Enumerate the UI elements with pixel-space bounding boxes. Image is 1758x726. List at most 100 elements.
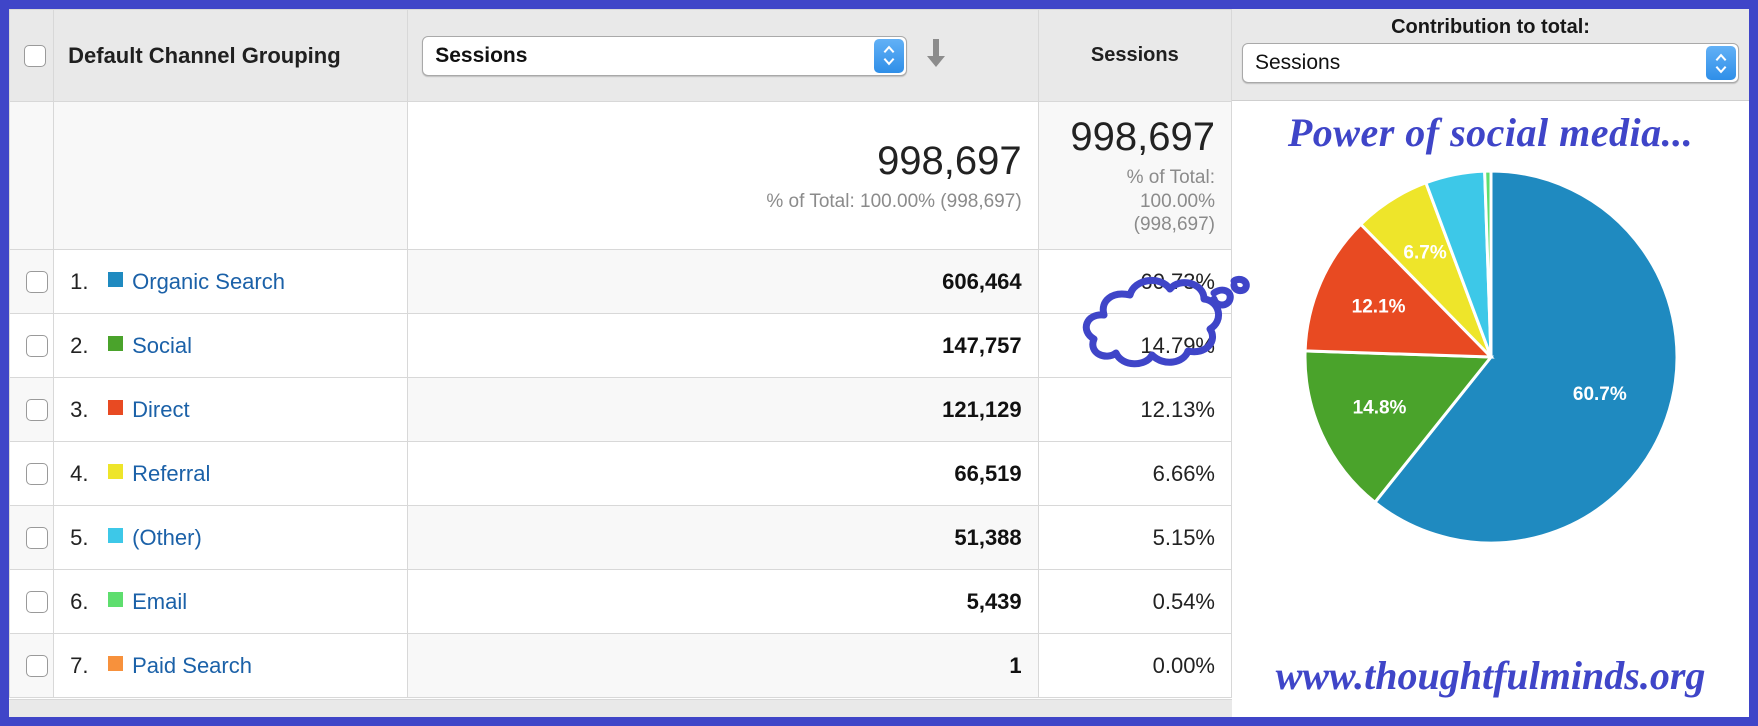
totals-checkbox-cell	[9, 101, 55, 250]
pie-panel-header: Contribution to total: Sessions	[1232, 9, 1749, 101]
ga-table: Default Channel Grouping Sessions Sessio…	[9, 9, 1233, 698]
totals-dimension-cell	[53, 101, 409, 250]
row-channel-link[interactable]: Paid Search	[132, 653, 252, 678]
stepper-up-down-icon[interactable]	[1706, 46, 1736, 80]
row-checkbox-cell[interactable]	[9, 249, 55, 314]
row-checkbox-cell[interactable]	[9, 441, 55, 506]
row-sessions-value: 5,439	[407, 569, 1039, 634]
metric-select-value: Sessions	[435, 43, 528, 67]
row-checkbox[interactable]	[26, 398, 48, 421]
row-color-swatch	[108, 399, 124, 415]
row-color-swatch	[108, 335, 124, 351]
pie-chart-svg[interactable]: 60.7% 14.8% 12.1% 6.7%	[1301, 167, 1681, 547]
row-percent-value: 6.66%	[1037, 441, 1233, 506]
row-sessions-value: 1	[407, 633, 1039, 698]
totals-section: 998,697 % of Total: 100.00% (998,697) 99…	[9, 101, 1233, 250]
row-checkbox-cell[interactable]	[9, 377, 55, 442]
pie-annotation-title: Power of social media...	[1287, 110, 1694, 155]
row-dimension-cell: 6. Email	[53, 569, 409, 634]
table-row[interactable]: 5. (Other) 51,388 5.15%	[9, 505, 1233, 570]
row-sessions-value: 606,464	[407, 249, 1039, 314]
pie-chart[interactable]: 60.7% 14.8% 12.1% 6.7%	[1301, 167, 1681, 547]
totals-metric-value: 998,697	[877, 138, 1022, 183]
row-dimension-cell: 1. Organic Search	[53, 249, 409, 314]
select-all-cell[interactable]	[9, 9, 55, 102]
row-percent-value: 0.54%	[1037, 569, 1233, 634]
row-channel-link[interactable]: Organic Search	[132, 269, 285, 294]
totals-row: 998,697 % of Total: 100.00% (998,697) 99…	[9, 101, 1233, 250]
row-dimension-cell: 5. (Other)	[53, 505, 409, 570]
percent-header[interactable]: Sessions	[1037, 9, 1233, 102]
row-rank: 2.	[70, 332, 89, 358]
row-checkbox-cell[interactable]	[9, 505, 55, 570]
row-channel-link[interactable]: (Other)	[132, 525, 202, 550]
select-all-checkbox[interactable]	[24, 44, 46, 67]
contribution-select-value: Sessions	[1255, 51, 1341, 74]
table-row[interactable]: 2. Social 147,757 14.79%	[9, 313, 1233, 378]
row-color-swatch	[108, 463, 124, 479]
row-dimension-cell: 2. Social	[53, 313, 409, 378]
row-checkbox-cell[interactable]	[9, 313, 55, 378]
row-channel-link[interactable]: Email	[132, 589, 187, 614]
table-row[interactable]: 4. Referral 66,519 6.66%	[9, 441, 1233, 506]
pie-slice-label: 14.8%	[1352, 397, 1406, 418]
pie-chart-panel: Contribution to total: Sessions Power of…	[1232, 9, 1749, 717]
row-channel-link[interactable]: Social	[132, 333, 192, 358]
row-percent-value: 12.13%	[1037, 377, 1233, 442]
row-sessions-value: 147,757	[407, 313, 1039, 378]
row-channel-link[interactable]: Direct	[132, 397, 189, 422]
totals-percent-sub2: 100.00%	[1139, 190, 1215, 212]
watermark-url: www.thoughtfulminds.org	[1275, 653, 1706, 698]
contribution-select[interactable]: Sessions	[1242, 43, 1739, 83]
row-percent-value: 14.79%	[1037, 313, 1233, 378]
row-percent-value: 5.15%	[1037, 505, 1233, 570]
row-checkbox-cell[interactable]	[9, 569, 55, 634]
channels-report-table: Default Channel Grouping Sessions Sessio…	[9, 9, 1233, 717]
table-row[interactable]: 6. Email 5,439 0.54%	[9, 569, 1233, 634]
row-dimension-cell: 3. Direct	[53, 377, 409, 442]
row-percent-value: 60.73%	[1037, 249, 1233, 314]
row-sessions-value: 51,388	[407, 505, 1039, 570]
stepper-up-down-icon[interactable]	[874, 38, 905, 73]
row-color-swatch	[108, 527, 124, 543]
row-checkbox[interactable]	[26, 526, 48, 549]
row-rank: 4.	[70, 460, 89, 486]
row-rank: 3.	[70, 396, 89, 422]
row-rank: 1.	[70, 268, 89, 294]
percent-header-label: Sessions	[1090, 44, 1179, 66]
sort-descending-arrow-icon[interactable]	[924, 37, 948, 74]
table-rows: 1. Organic Search 606,464 60.73% 2. Social 147…	[9, 249, 1233, 698]
row-checkbox-cell[interactable]	[9, 633, 55, 698]
row-checkbox[interactable]	[26, 590, 48, 613]
row-checkbox[interactable]	[26, 654, 48, 677]
table-row[interactable]: 3. Direct 121,129 12.13%	[9, 377, 1233, 442]
row-sessions-value: 66,519	[407, 441, 1039, 506]
table-header: Default Channel Grouping Sessions Sessio…	[9, 9, 1233, 102]
totals-percent-sub1: % of Total:	[1126, 166, 1215, 188]
row-channel-link[interactable]: Referral	[132, 461, 210, 486]
pie-slice-label: 60.7%	[1572, 384, 1626, 405]
row-color-swatch	[108, 591, 124, 607]
row-sessions-value: 121,129	[407, 377, 1039, 442]
row-rank: 5.	[70, 524, 89, 550]
report-frame: Default Channel Grouping Sessions Sessio…	[0, 0, 1758, 726]
row-checkbox[interactable]	[26, 334, 48, 357]
contribution-label: Contribution to total:	[1391, 16, 1590, 38]
row-dimension-cell: 4. Referral	[53, 441, 409, 506]
row-dimension-cell: 7. Paid Search	[53, 633, 409, 698]
table-footer-strip	[9, 699, 1232, 717]
table-row[interactable]: 1. Organic Search 606,464 60.73%	[9, 249, 1233, 314]
totals-percent-cell: 998,697 % of Total: 100.00% (998,697)	[1037, 101, 1233, 250]
row-percent-value: 0.00%	[1037, 633, 1233, 698]
row-checkbox[interactable]	[26, 462, 48, 485]
totals-metric-subtext: % of Total: 100.00% (998,697)	[766, 190, 1022, 212]
table-row[interactable]: 7. Paid Search 1 0.00%	[9, 633, 1233, 698]
metric-select[interactable]: Sessions	[422, 35, 908, 76]
dimension-header-label: Default Channel Grouping	[68, 42, 341, 68]
row-color-swatch	[108, 655, 124, 671]
dimension-header[interactable]: Default Channel Grouping	[53, 9, 409, 102]
metric-header: Sessions	[407, 9, 1039, 102]
totals-metric-cell: 998,697 % of Total: 100.00% (998,697)	[407, 101, 1039, 250]
row-checkbox[interactable]	[26, 270, 48, 293]
pie-slice-label: 6.7%	[1403, 242, 1446, 263]
